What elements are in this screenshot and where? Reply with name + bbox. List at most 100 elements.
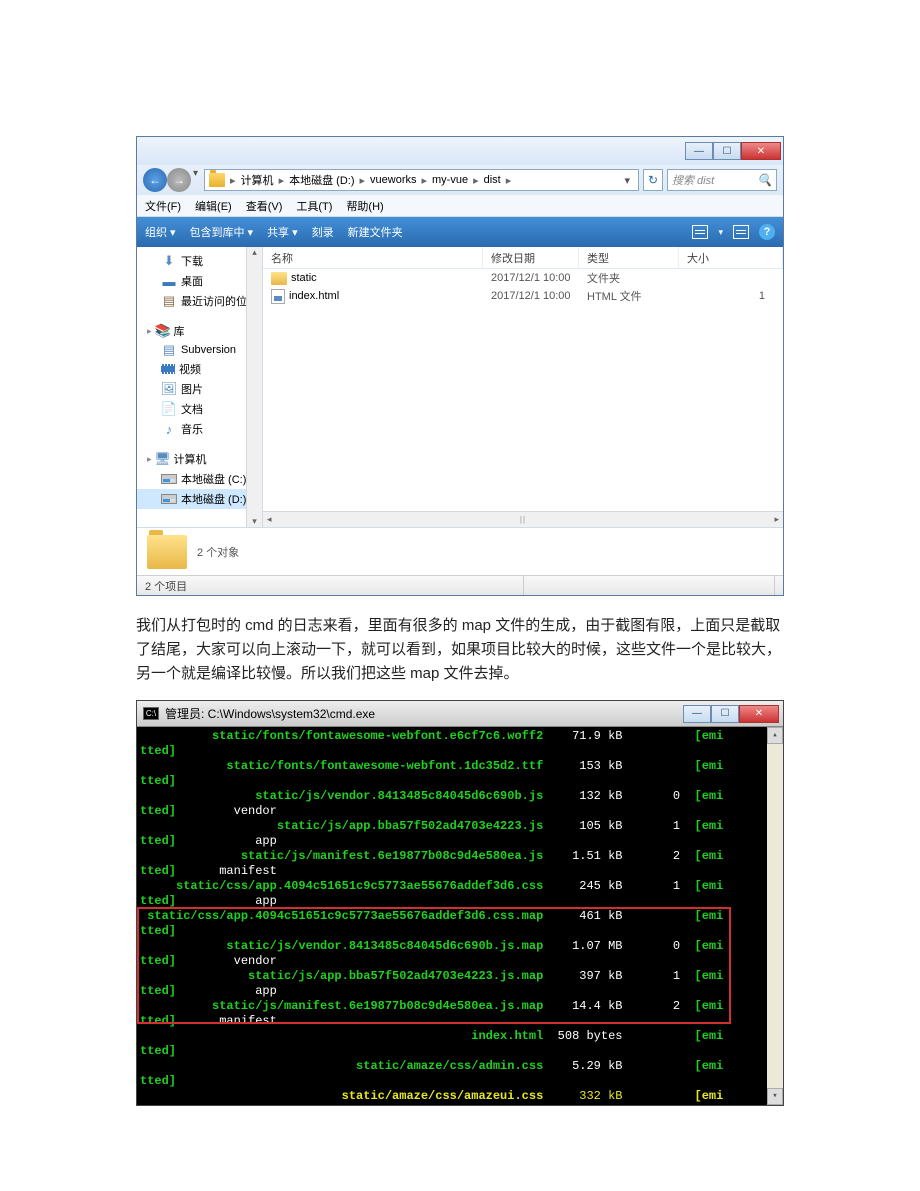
maximize-button[interactable]: ☐ [713,142,741,160]
view-options-button[interactable] [692,225,708,239]
crumb-vueworks[interactable]: vueworks [370,174,416,186]
explorer-window: — ☐ ✕ ← → ▾ ▸ 计算机▸ 本地磁盘 (D:)▸ vueworks▸ … [136,136,784,596]
console-line: tted] app [137,894,783,909]
details-pane: 2 个对象 [137,527,783,575]
file-row[interactable]: static2017/12/1 10:00文件夹 [263,269,783,287]
console-line: tted] app [137,984,783,999]
console-line: tted] manifest [137,864,783,879]
column-headers: 名称 修改日期 类型 大小 [263,247,783,269]
menu-bar: 文件(F) 编辑(E) 查看(V) 工具(T) 帮助(H) [137,195,783,217]
sidebar-item-picture[interactable]: 🖼图片 [137,379,262,399]
folder-icon [147,535,187,569]
console-line: tted] [137,1044,783,1059]
sidebar-item-document[interactable]: 📄文档 [137,399,262,419]
col-size[interactable]: 大小 [679,247,783,268]
console-line: static/js/app.bba57f502ad4703e4223.js 10… [137,819,783,834]
console-line: tted] [137,774,783,789]
html-file-icon [271,289,285,304]
search-input[interactable]: 搜索 dist 🔍 [667,169,777,191]
close-button[interactable]: ✕ [741,142,781,160]
cmd-close-button[interactable]: ✕ [739,705,779,723]
sidebar-item-disk-c[interactable]: 本地磁盘 (C:) [137,469,262,489]
path-dropdown[interactable]: ▾ [620,174,634,187]
share-button[interactable]: 共享 ▾ [267,224,298,240]
menu-file[interactable]: 文件(F) [145,198,181,214]
file-row[interactable]: index.html2017/12/1 10:00HTML 文件1 [263,287,783,305]
console-line: static/js/vendor.8413485c84045d6c690b.js… [137,789,783,804]
organize-button[interactable]: 组织 ▾ [145,224,176,240]
cmd-maximize-button[interactable]: ☐ [711,705,739,723]
details-count: 2 个对象 [197,544,239,560]
console-line: static/amaze/css/admin.css 5.29 kB [emi [137,1059,783,1074]
search-icon: 🔍 [757,173,772,187]
include-library-button[interactable]: 包含到库中 ▾ [190,224,254,240]
console-line: tted] vendor [137,954,783,969]
crumb-computer[interactable]: 计算机 [241,172,274,188]
console-line: static/js/vendor.8413485c84045d6c690b.js… [137,939,783,954]
console-line: static/fonts/fontawesome-webfont.e6cf7c6… [137,729,783,744]
status-bar: 2 个项目 [137,575,783,595]
title-bar: — ☐ ✕ [137,137,783,165]
console-output: static/fonts/fontawesome-webfont.e6cf7c6… [137,727,783,1105]
console-line: static/fonts/fontawesome-webfont.1dc35d2… [137,759,783,774]
cmd-title: 管理员: C:\Windows\system32\cmd.exe [165,705,375,722]
sidebar-item-subversion[interactable]: ▤Subversion [137,341,262,359]
refresh-button[interactable]: ↻ [643,169,663,191]
sidebar-scrollbar[interactable] [246,247,262,527]
menu-edit[interactable]: 编辑(E) [195,198,232,214]
console-line: tted] vendor [137,804,783,819]
sidebar-item-desktop[interactable]: ▬桌面 [137,271,262,291]
sidebar-item-music[interactable]: ♪音乐 [137,419,262,439]
cmd-minimize-button[interactable]: — [683,705,711,723]
folder-icon [209,173,225,187]
sidebar-item-disk-d[interactable]: 本地磁盘 (D:) [137,489,262,509]
console-line: tted] manifest [137,1014,783,1029]
col-name[interactable]: 名称 [263,247,483,268]
article-paragraph: 我们从打包时的 cmd 的日志来看，里面有很多的 map 文件的生成，由于截图有… [136,614,784,686]
sidebar-group-computer[interactable]: ▸🖥计算机 [137,449,262,469]
back-button[interactable]: ← [143,168,167,192]
menu-help[interactable]: 帮助(H) [346,198,383,214]
sidebar-group-library[interactable]: ▸📚库 [137,321,262,341]
burn-button[interactable]: 刻录 [312,224,334,240]
status-text: 2 个项目 [145,578,187,594]
cmd-title-bar: C:\ 管理员: C:\Windows\system32\cmd.exe — ☐… [137,701,783,727]
history-dropdown[interactable]: ▾ [191,168,200,192]
menu-view[interactable]: 查看(V) [246,198,283,214]
crumb-myvue[interactable]: my-vue [432,174,468,186]
sidebar-item-recent[interactable]: ▤最近访问的位置 [137,291,262,311]
console-scrollbar[interactable] [767,727,783,1105]
forward-button[interactable]: → [167,168,191,192]
console-line: tted] app [137,834,783,849]
console-line: static/js/app.bba57f502ad4703e4223.js.ma… [137,969,783,984]
console-line: tted] [137,1074,783,1089]
console-line: static/amaze/css/amazeui.css 332 kB [emi [137,1089,783,1104]
menu-tools[interactable]: 工具(T) [296,198,332,214]
minimize-button[interactable]: — [685,142,713,160]
console-line: index.html 508 bytes [emi [137,1029,783,1044]
sidebar-item-video[interactable]: 视频 [137,359,262,379]
help-button[interactable]: ? [759,224,775,240]
console-line: static/js/manifest.6e19877b08c9d4e580ea.… [137,849,783,864]
crumb-dist[interactable]: dist [484,174,501,186]
preview-pane-button[interactable] [733,225,749,239]
search-placeholder: 搜索 dist [672,172,714,188]
navigation-pane: ⬇下载 ▬桌面 ▤最近访问的位置 ▸📚库 ▤Subversion 视频 🖼图片 … [137,247,263,527]
breadcrumb[interactable]: ▸ 计算机▸ 本地磁盘 (D:)▸ vueworks▸ my-vue▸ dist… [204,169,639,191]
horizontal-scrollbar[interactable] [263,511,783,527]
cmd-window: C:\ 管理员: C:\Windows\system32\cmd.exe — ☐… [136,700,784,1106]
col-type[interactable]: 类型 [579,247,679,268]
new-folder-button[interactable]: 新建文件夹 [348,224,403,240]
address-bar: ← → ▾ ▸ 计算机▸ 本地磁盘 (D:)▸ vueworks▸ my-vue… [137,165,783,195]
toolbar: 组织 ▾ 包含到库中 ▾ 共享 ▾ 刻录 新建文件夹 ▾ ? [137,217,783,247]
cmd-icon: C:\ [143,707,159,720]
crumb-disk[interactable]: 本地磁盘 (D:) [289,172,354,188]
console-line: static/css/app.4094c51651c9c5773ae55676a… [137,909,783,924]
console-line: tted] [137,744,783,759]
folder-icon [271,272,287,285]
console-line: static/css/app.4094c51651c9c5773ae55676a… [137,879,783,894]
console-line: tted] [137,924,783,939]
col-date[interactable]: 修改日期 [483,247,579,268]
console-line: static/js/manifest.6e19877b08c9d4e580ea.… [137,999,783,1014]
sidebar-item-downloads[interactable]: ⬇下载 [137,251,262,271]
